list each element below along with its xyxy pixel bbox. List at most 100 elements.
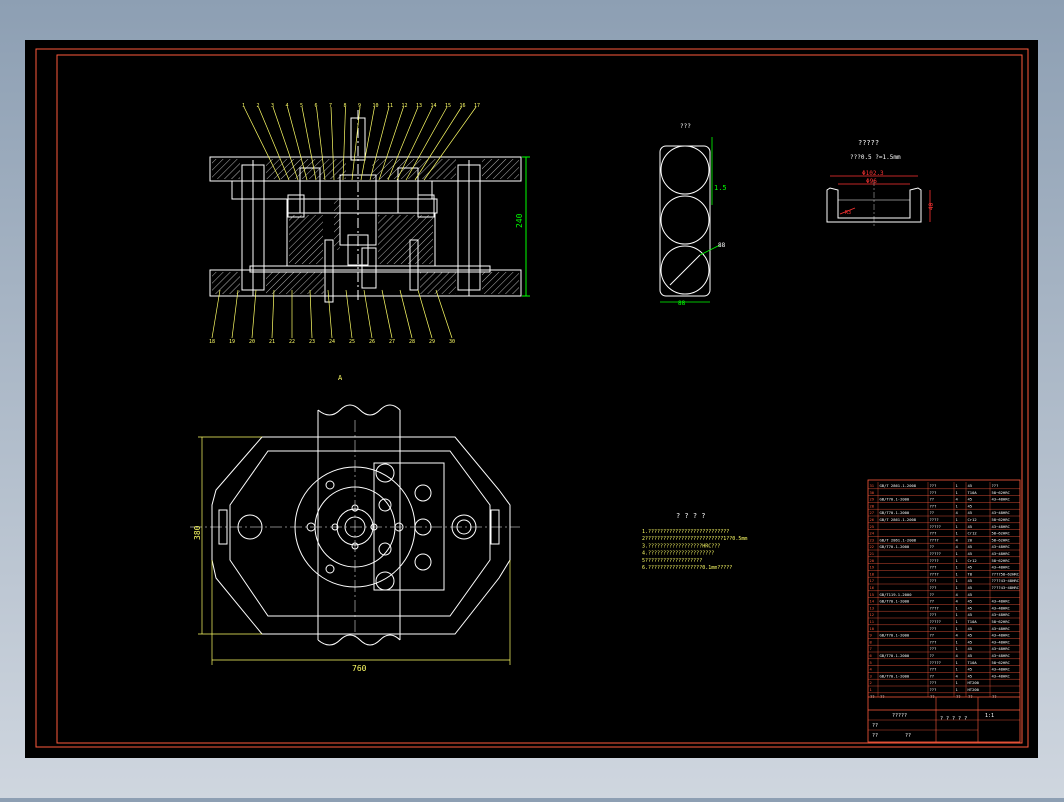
callout-top-15: 15 bbox=[445, 103, 451, 109]
bom-cell: T8 bbox=[968, 571, 973, 576]
part-subtitle: ???0.5 ?=1.5mm bbox=[850, 154, 901, 161]
dim-strip-pitch: 1.5 bbox=[714, 184, 727, 192]
bom-cell: 43~48HRC bbox=[992, 565, 1010, 570]
bom-cell: 15 bbox=[870, 592, 875, 597]
callout-top-4: 4 bbox=[286, 103, 289, 109]
bom-cell: ?? bbox=[930, 599, 935, 604]
dim-strip-width: 88 bbox=[678, 300, 686, 307]
note-line: 6.??????????????????0.1mm????? bbox=[642, 565, 732, 571]
cad-viewport[interactable]: 240 1 2 3 4 5 6 7 8 9 10 11 12 13 14 15 16 17 18 19 20 21 22 2… bbox=[0, 0, 1064, 798]
bom-cell: ??? bbox=[930, 626, 937, 631]
bom-cell: 25 bbox=[870, 524, 875, 529]
bom-cell: 43~48HRC bbox=[992, 599, 1010, 604]
callout-top-7: 7 bbox=[329, 103, 332, 109]
callout-bottom-19: 19 bbox=[229, 339, 235, 345]
bom-cell: GB/T119.1-2000 bbox=[880, 592, 913, 597]
bom-cell: 7 bbox=[870, 646, 872, 651]
bom-cell: 12 bbox=[870, 612, 875, 617]
callout-bottom-21: 21 bbox=[269, 339, 275, 345]
bom-cell: 22 bbox=[870, 544, 875, 549]
bom-cell: ???? bbox=[930, 517, 939, 522]
callout-top-1: 1 bbox=[242, 103, 245, 109]
callout-bottom-20: 20 bbox=[249, 339, 255, 345]
bom-cell: 45 bbox=[968, 578, 973, 583]
bom-cell: 45 bbox=[968, 551, 973, 556]
bom-cell: 43~48HRC bbox=[992, 497, 1010, 502]
note-line: 3.??????????????????HRC??? bbox=[642, 543, 720, 549]
dim-main-height: 240 bbox=[515, 213, 524, 228]
title-scale: 1:1 bbox=[985, 713, 994, 719]
bom-cell: GB/T 2861.1-2008 bbox=[880, 517, 917, 522]
bom-header-cell: ?? bbox=[992, 694, 997, 699]
bom-cell: 14 bbox=[870, 599, 875, 604]
bom-cell: 45 bbox=[968, 605, 973, 610]
bom-cell: GB/T70.1-2000 bbox=[880, 599, 910, 604]
bom-cell: 43~48HRC bbox=[992, 544, 1010, 549]
callout-top-5: 5 bbox=[300, 103, 303, 109]
bom-cell: ??? bbox=[930, 667, 937, 672]
bom-cell: ?? bbox=[930, 544, 935, 549]
bom-cell: 43~48HRC bbox=[992, 653, 1010, 658]
bom-cell: 11 bbox=[870, 619, 875, 624]
callout-top-17: 17 bbox=[474, 103, 480, 109]
bom-cell: 45 bbox=[968, 585, 973, 590]
dim-part-inner: Φ96 bbox=[866, 178, 877, 185]
bom-cell: 27 bbox=[870, 510, 875, 515]
bom-cell: HT200 bbox=[968, 687, 980, 692]
title-drawing-name: ????? bbox=[892, 713, 907, 719]
callout-top-3: 3 bbox=[271, 103, 274, 109]
bom-cell: 28 bbox=[870, 503, 875, 508]
bom-cell: 21 bbox=[870, 551, 875, 556]
bom-cell: 24 bbox=[870, 531, 875, 536]
bom-cell: ??? bbox=[930, 646, 937, 651]
bom-cell: ?? bbox=[930, 510, 935, 515]
bom-cell: ???? bbox=[930, 571, 939, 576]
note-line: 1.??????????????????????????? bbox=[642, 529, 729, 535]
callout-bottom-27: 27 bbox=[389, 339, 395, 345]
bom-cell: 2 bbox=[870, 680, 872, 685]
note-line: 5??????????????????? bbox=[642, 558, 702, 564]
bom-cell: 43~48HRC bbox=[992, 626, 1010, 631]
bom-cell: 45 bbox=[968, 639, 973, 644]
bom-cell: ????43~48HRC bbox=[992, 578, 1019, 583]
bom-cell: ??? bbox=[930, 639, 937, 644]
bom-cell: ??? bbox=[930, 490, 937, 495]
bom-cell: 45 bbox=[968, 544, 973, 549]
bom-header-cell: ?? bbox=[968, 694, 973, 699]
bom-cell: ???? bbox=[930, 558, 939, 563]
bom-cell: 45 bbox=[968, 503, 973, 508]
dim-plan-height: 380 bbox=[193, 525, 202, 540]
bom-cell: 43~48HRC bbox=[992, 612, 1010, 617]
bom-cell: 43~48HRC bbox=[992, 667, 1010, 672]
bom-cell: ????? bbox=[930, 524, 941, 529]
bom-cell: HT200 bbox=[968, 680, 980, 685]
bom-cell: 43~48HRC bbox=[992, 673, 1010, 678]
bom-cell: 45 bbox=[968, 565, 973, 570]
bom-cell: ??? bbox=[930, 503, 937, 508]
bom-cell: 19 bbox=[870, 565, 875, 570]
bom-cell: 23 bbox=[870, 537, 875, 542]
bom-cell: 45 bbox=[968, 483, 973, 488]
callout-top-6: 6 bbox=[315, 103, 318, 109]
callout-top-13: 13 bbox=[416, 103, 422, 109]
bom-cell: 43~48HRC bbox=[992, 524, 1010, 529]
title-designer: ?? bbox=[872, 723, 878, 729]
bom-cell: 45 bbox=[968, 599, 973, 604]
callout-top-2: 2 bbox=[257, 103, 260, 109]
bom-cell: ??? bbox=[930, 612, 937, 617]
bom-cell: ???? bbox=[930, 537, 939, 542]
bom-cell: 58~62HRC bbox=[992, 531, 1010, 536]
bom-cell: ????? bbox=[930, 660, 941, 665]
bom-cell: 16 bbox=[870, 585, 875, 590]
bom-cell: 45 bbox=[968, 667, 973, 672]
title-approver: ?? bbox=[905, 733, 911, 739]
bom-cell: 43~48HRC bbox=[992, 639, 1010, 644]
callout-top-16: 16 bbox=[460, 103, 466, 109]
callout-bottom-30: 30 bbox=[449, 339, 455, 345]
drawing-canvas[interactable]: 240 1 2 3 4 5 6 7 8 9 10 11 12 13 14 15 16 1718 19 20 21 22 2… bbox=[0, 0, 1064, 798]
bom-cell: ??? bbox=[930, 483, 937, 488]
callout-bottom-25: 25 bbox=[349, 339, 355, 345]
bom-header-cell: ?? bbox=[880, 694, 885, 699]
dim-part-height: 40 bbox=[928, 202, 935, 210]
bom-header-cell: ?? bbox=[930, 694, 935, 699]
